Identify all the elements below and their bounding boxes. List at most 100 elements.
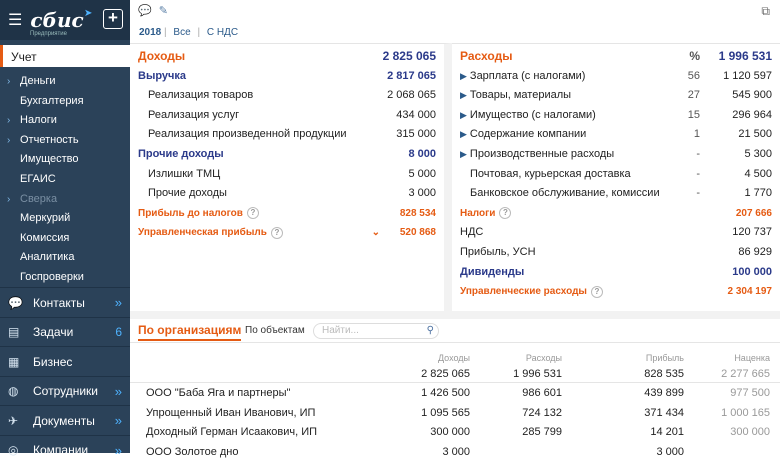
- sidebar-item[interactable]: Госпроверки: [0, 268, 130, 288]
- column-header[interactable]: Расходы: [526, 353, 562, 363]
- expand-triangle-icon[interactable]: ▶: [460, 149, 467, 159]
- taxes-row[interactable]: Налоги? 207 666: [452, 204, 780, 224]
- row-label: Реализация услуг: [148, 106, 239, 126]
- profit-before-tax-row[interactable]: Прибыль до налогов? 828 534: [130, 204, 444, 224]
- sidebar-item-label: Госпроверки: [20, 270, 84, 283]
- expense-row[interactable]: ▶ Имущество (с налогами) 15 296 964: [452, 106, 780, 126]
- income-row[interactable]: Реализация услуг 434 000: [130, 106, 444, 126]
- new-window-icon[interactable]: ⧉: [761, 4, 770, 19]
- row-label-text: Дивиденды: [460, 265, 525, 278]
- sidebar-item[interactable]: › Сверка: [0, 190, 130, 210]
- help-icon[interactable]: ?: [246, 207, 259, 220]
- tax-row[interactable]: Прибыль, УСН 86 929: [452, 243, 780, 263]
- expense-row[interactable]: ▶ Содержание компании 1 21 500: [452, 125, 780, 145]
- table-row[interactable]: Упрощенный Иван Иванович, ИП 1 095 565 724…: [130, 404, 780, 424]
- org-name: ООО "Баба Яга и партнеры": [146, 387, 291, 399]
- help-icon[interactable]: ?: [270, 226, 283, 239]
- sidebar-item-label: Комиссия: [20, 231, 70, 244]
- row-percent: %: [689, 49, 700, 63]
- income-row[interactable]: Прочие доходы 3 000: [130, 184, 444, 204]
- sidebar-section[interactable]: ◎ Компании »: [0, 434, 130, 465]
- sidebar-item[interactable]: Имущество: [0, 150, 130, 170]
- managerial-profit-row[interactable]: Управленческая прибыль? ⌄ 520 868: [130, 223, 444, 243]
- expense-row[interactable]: ▶ Производственные расходы - 5 300: [452, 145, 780, 165]
- scope-filter[interactable]: Все: [173, 27, 190, 38]
- sidebar-item[interactable]: Аналитика: [0, 248, 130, 268]
- hamburger-menu-icon[interactable]: ☰: [8, 10, 22, 30]
- vat-filter[interactable]: С НДС: [207, 27, 238, 38]
- sidebar-section[interactable]: 💬 Контакты »: [0, 287, 130, 317]
- expense-row[interactable]: ▶ Зарплата (с налогами) 56 1 120 597: [452, 67, 780, 87]
- row-value: 2 817 065: [387, 69, 436, 82]
- row-value: 207 666: [735, 207, 772, 219]
- row-label: Расходы: [460, 47, 512, 67]
- sidebar-section[interactable]: ✈ Документы »: [0, 405, 130, 435]
- income-row[interactable]: Реализация товаров 2 068 065: [130, 86, 444, 106]
- managerial-expenses-row[interactable]: Управленческие расходы? 2 304 197: [452, 282, 780, 302]
- row-percent: 56: [687, 69, 700, 82]
- row-label-text: Излишки ТМЦ: [148, 167, 221, 180]
- expenses-header[interactable]: Расходы% 1 996 531: [452, 47, 780, 67]
- logo[interactable]: сбис: [30, 10, 83, 30]
- sidebar-item[interactable]: Меркурий: [0, 209, 130, 229]
- row-value: 2 068 065: [387, 89, 436, 102]
- sidebar-section[interactable]: ▦ Бизнес: [0, 346, 130, 376]
- comment-icon[interactable]: 💬: [138, 5, 152, 17]
- sidebar-item[interactable]: Комиссия: [0, 229, 130, 249]
- sidebar-item-active[interactable]: Учет: [0, 45, 130, 67]
- sidebar-item-label: Меркурий: [20, 212, 71, 225]
- expand-triangle-icon[interactable]: ▶: [460, 90, 467, 100]
- sidebar-section[interactable]: ◍ Сотрудники »: [0, 375, 130, 406]
- row-value: 1 996 531: [718, 49, 772, 63]
- expand-triangle-icon[interactable]: ▶: [460, 71, 467, 81]
- org-name: ООО Золотое дно: [146, 445, 239, 458]
- column-total: 2 825 065: [421, 368, 470, 380]
- sidebar-item[interactable]: › Отчетность: [0, 131, 130, 151]
- column-header[interactable]: Доходы: [438, 353, 470, 363]
- income-row[interactable]: Выручка 2 817 065: [130, 67, 444, 87]
- income-row[interactable]: Реализация произведенной продукции 315 00…: [130, 125, 444, 145]
- row-label: ▶ Производственные расходы: [460, 145, 614, 165]
- row-label-text: Почтовая, курьерская доставка: [470, 167, 631, 180]
- dividends-row[interactable]: Дивиденды 100 000: [452, 263, 780, 283]
- create-button[interactable]: +: [103, 9, 123, 29]
- sidebar-section-label: Контакты: [33, 295, 85, 310]
- tab-organizations[interactable]: По организациям: [138, 323, 242, 341]
- people-icon: ◍: [8, 384, 19, 398]
- sidebar-item[interactable]: ЕГАИС: [0, 170, 130, 190]
- search-input[interactable]: Найти... ⚲: [313, 323, 439, 339]
- chevron-down-icon[interactable]: ⌄: [372, 223, 380, 243]
- income-row[interactable]: Излишки ТМЦ 5 000: [130, 165, 444, 185]
- org-value: 3 000: [656, 445, 684, 458]
- sidebar-item[interactable]: › Налоги: [0, 111, 130, 131]
- year-filter[interactable]: 2018: [139, 27, 161, 38]
- income-row[interactable]: Прочие доходы 8 000: [130, 145, 444, 165]
- org-value: 986 601: [522, 387, 562, 399]
- toolbar-icons: 💬 ✎: [138, 4, 168, 17]
- row-label: ▶ Имущество (с налогами): [460, 106, 596, 126]
- sidebar-item[interactable]: › Деньги: [0, 72, 130, 92]
- table-row[interactable]: ООО Золотое дно 3 000 3 000: [130, 443, 780, 463]
- logo-subtitle: Предприятие: [30, 31, 67, 37]
- column-header[interactable]: Прибыль: [646, 353, 684, 363]
- tab-objects[interactable]: По объектам: [245, 325, 305, 336]
- income-header[interactable]: Доходы 2 825 065: [130, 47, 444, 67]
- expense-row[interactable]: ▶ Товары, материалы 27 545 900: [452, 86, 780, 106]
- help-icon[interactable]: ?: [590, 285, 603, 298]
- column-header[interactable]: Наценка: [734, 353, 770, 363]
- search-icon[interactable]: ⚲: [427, 324, 434, 338]
- sidebar-section[interactable]: ▤ Задачи 6: [0, 316, 130, 347]
- expense-row[interactable]: Почтовая, курьерская доставка - 4 500: [452, 165, 780, 185]
- row-value: 1 770: [744, 187, 772, 200]
- expense-row[interactable]: Банковское обслуживание, комиссии - 1 770: [452, 184, 780, 204]
- table-row[interactable]: Доходный Герман Исаакович, ИП 300 000 285 …: [130, 423, 780, 443]
- attach-icon[interactable]: ✎: [159, 5, 168, 17]
- sidebar-item[interactable]: Бухгалтерия: [0, 92, 130, 112]
- tax-row[interactable]: НДС 120 737: [452, 223, 780, 243]
- table-row[interactable]: ООО "Баба Яга и партнеры" 1 426 500 986 60…: [130, 384, 780, 404]
- help-icon[interactable]: ?: [499, 207, 512, 220]
- sidebar-item-label: ЕГАИС: [20, 172, 56, 185]
- expand-triangle-icon[interactable]: ▶: [460, 129, 467, 139]
- row-percent: -: [696, 187, 700, 200]
- expand-triangle-icon[interactable]: ▶: [460, 110, 467, 120]
